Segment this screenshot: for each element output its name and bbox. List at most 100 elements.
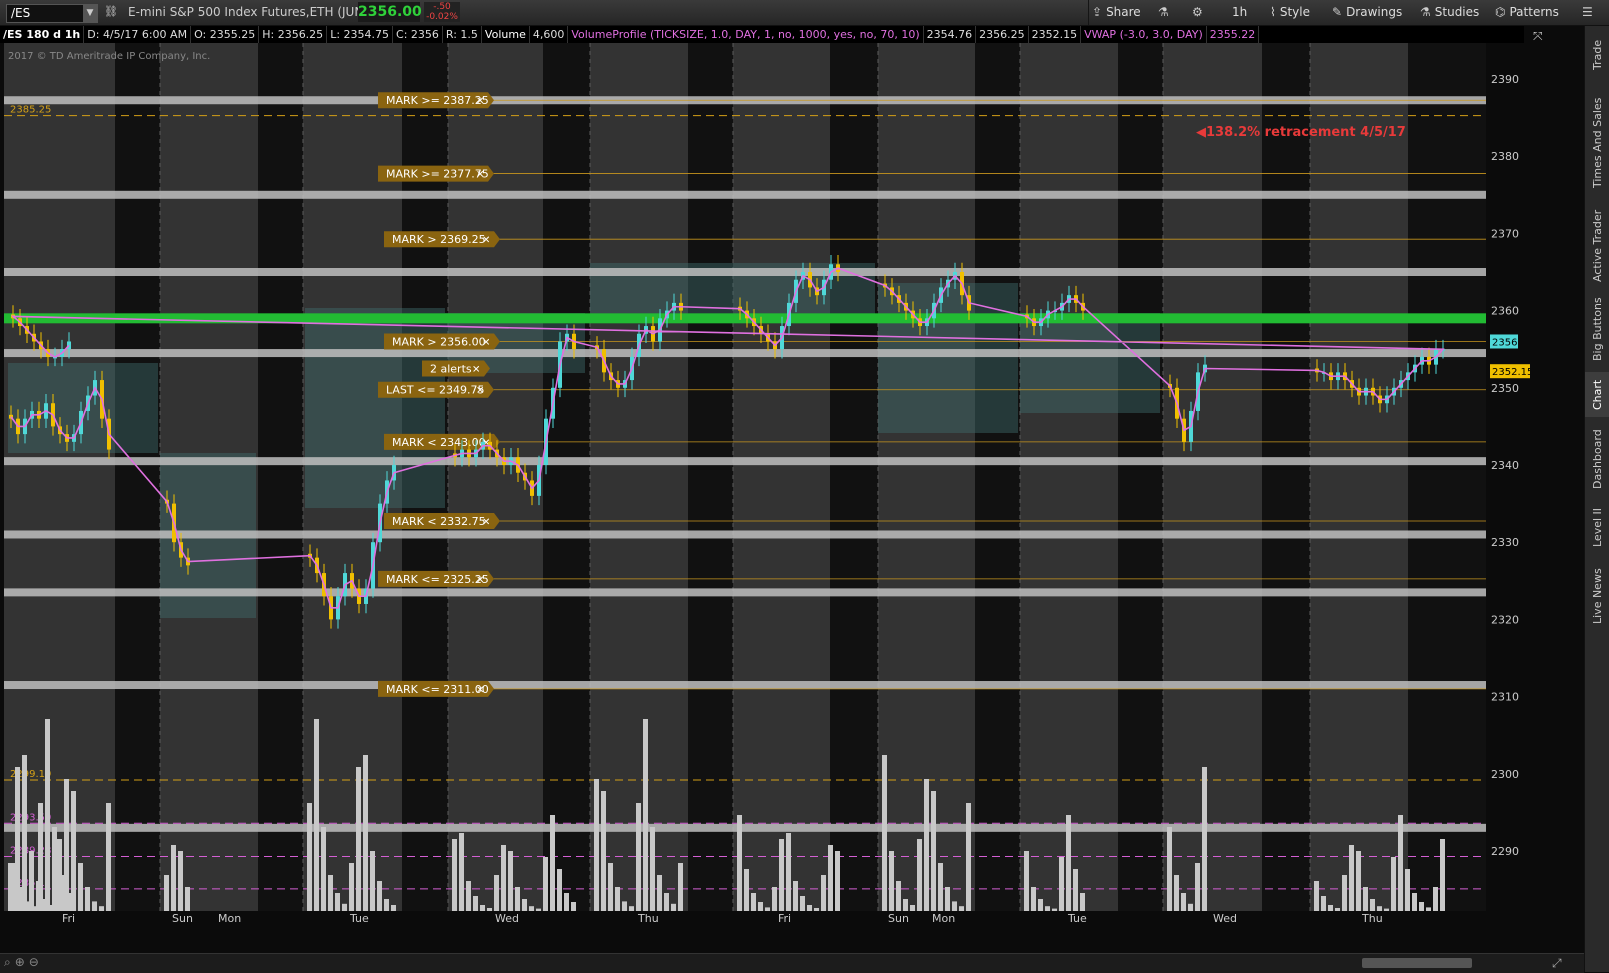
volume-profile-label[interactable]: VolumeProfile (TICKSIZE, 1.0, DAY, 1, no…: [568, 26, 924, 43]
volume-bar: [772, 887, 777, 911]
alert-tag[interactable]: MARK <= 2311.00✕: [378, 680, 494, 697]
alert-tag[interactable]: MARK > 2369.25✕: [384, 231, 500, 248]
volume-bar: [917, 839, 922, 911]
volume-bar: [835, 851, 840, 911]
volume-bar: [480, 905, 485, 911]
volume-bar: [494, 875, 499, 911]
chart-area[interactable]: 2385.252299.192293.592289.282285.1MARK >…: [0, 43, 1530, 943]
scroll-thumb[interactable]: [1362, 958, 1472, 968]
flask-button[interactable]: ⚗: [1158, 3, 1173, 22]
volume-bar: [1073, 869, 1078, 911]
tab-live-news[interactable]: Live News: [1585, 561, 1609, 631]
alert-tag-label: MARK < 2343.00: [392, 436, 486, 449]
tab-trade[interactable]: Trade: [1585, 30, 1609, 80]
volume-label[interactable]: Volume: [482, 26, 530, 43]
close-icon: ✕: [482, 235, 490, 246]
volume-bar: [1024, 851, 1029, 911]
volume-bar: [1181, 893, 1186, 911]
price-tick: 2310: [1491, 691, 1519, 704]
zoom-icons[interactable]: ⌕⊕⊖: [4, 955, 43, 970]
volume-bar: [71, 791, 76, 911]
share-button[interactable]: ⇪ Share: [1092, 3, 1141, 22]
share-icon: ⇪: [1092, 5, 1103, 19]
price-tick: 2320: [1491, 613, 1519, 626]
aggregation-button[interactable]: 1h: [1232, 3, 1247, 22]
alert-tag[interactable]: MARK >= 2377.75✕: [378, 165, 494, 182]
alert-tag-label: MARK <= 2325.25: [386, 573, 489, 586]
vwap-label[interactable]: VWAP (-3.0, 3.0, DAY): [1081, 26, 1207, 43]
right-dock: Trade Times And Sales Active Trader Big But…: [1584, 26, 1609, 972]
level-label: 2385.25: [10, 105, 51, 116]
link-icon[interactable]: ⛓: [104, 5, 118, 18]
volume-bar: [78, 863, 83, 911]
level-band: [4, 823, 1486, 832]
change-box: -.50 -0.02%: [424, 2, 460, 22]
price-tick: 2330: [1491, 536, 1519, 549]
expand-icon[interactable]: ⤢: [1552, 956, 1562, 971]
vp-value-1: 2354.76: [924, 26, 977, 43]
studies-button[interactable]: ⚗ Studies: [1420, 3, 1479, 22]
volume-bar: [529, 906, 534, 911]
alert-tag[interactable]: MARK > 2356.00✕: [384, 333, 500, 350]
alert-tag[interactable]: MARK < 2332.75✕: [384, 512, 500, 529]
time-tick: Tue: [1067, 912, 1087, 925]
last-price: 2356.00: [358, 2, 422, 22]
time-tick: Thu: [1361, 912, 1383, 925]
alert-tag-label: LAST <= 2349.75: [386, 384, 485, 397]
close-icon: ✕: [476, 96, 484, 107]
volume-bar: [59, 875, 64, 911]
volume-bar: [85, 887, 90, 911]
price-chart[interactable]: 2385.252299.192293.592289.282285.1MARK >…: [0, 43, 1530, 943]
time-tick: Thu: [637, 912, 659, 925]
alert-tag[interactable]: MARK >= 2387.25✕: [378, 92, 494, 109]
volume-bar: [1167, 827, 1172, 911]
horizontal-scrollbar[interactable]: ⌕⊕⊖ ⤢: [0, 953, 1584, 973]
alert-tag[interactable]: MARK <= 2325.25✕: [378, 570, 494, 587]
tab-times-and-sales[interactable]: Times And Sales: [1585, 88, 1609, 198]
settings-button[interactable]: ⚙: [1192, 3, 1207, 22]
volume-bar: [164, 875, 169, 911]
tab-dashboard[interactable]: Dashboard: [1585, 425, 1609, 493]
tab-big-buttons[interactable]: Big Buttons: [1585, 294, 1609, 364]
close-icon: ✕: [476, 575, 484, 586]
volume-bar: [501, 845, 506, 911]
volume-bar: [594, 779, 599, 911]
volume-bar: [185, 887, 190, 911]
time-tick: Sun: [888, 912, 909, 925]
volume-bar: [363, 755, 368, 911]
alert-tag[interactable]: 2 alerts ✕: [422, 360, 490, 377]
chevron-down-icon[interactable]: ▼: [83, 5, 97, 22]
volume-bar: [1440, 839, 1445, 911]
volume-bar: [536, 908, 541, 911]
alert-tag-label: MARK >= 2387.25: [386, 94, 489, 107]
close-icon: ✕: [482, 337, 490, 348]
patterns-button[interactable]: ⌬ Patterns: [1495, 3, 1559, 22]
menu-button[interactable]: ☰: [1582, 3, 1597, 22]
volume-bar: [751, 893, 756, 911]
separator: [1088, 0, 1089, 25]
volume-bar: [952, 901, 957, 911]
grid-toggle-icon[interactable]: ⤧: [1533, 29, 1543, 44]
time-tick: Mon: [218, 912, 241, 925]
tab-level-ii[interactable]: Level II: [1585, 501, 1609, 553]
alert-tag[interactable]: LAST <= 2349.75✕: [378, 381, 494, 398]
volume-bar: [10, 863, 15, 911]
price-tick: 2380: [1491, 150, 1519, 163]
alert-tag-label: MARK < 2332.75: [392, 515, 486, 528]
tab-active-trader[interactable]: Active Trader: [1585, 206, 1609, 286]
volume-bar: [896, 881, 901, 911]
close-value: C: 2356: [393, 26, 443, 43]
volume-bar: [99, 906, 104, 911]
drawings-button[interactable]: ✎ Drawings: [1332, 3, 1402, 22]
volume-bar: [828, 845, 833, 911]
volume-bar: [1328, 905, 1333, 911]
volume-bar: [622, 901, 627, 911]
volume-bar: [657, 875, 662, 911]
time-tick: Fri: [778, 912, 791, 925]
symbol-input[interactable]: /ES ▼: [6, 4, 98, 23]
session-column: [115, 43, 160, 911]
tab-chart[interactable]: Chart: [1585, 372, 1609, 417]
session-column: [4, 43, 115, 911]
style-button[interactable]: ⌇ Style: [1270, 3, 1310, 22]
volume-bar: [22, 755, 27, 911]
